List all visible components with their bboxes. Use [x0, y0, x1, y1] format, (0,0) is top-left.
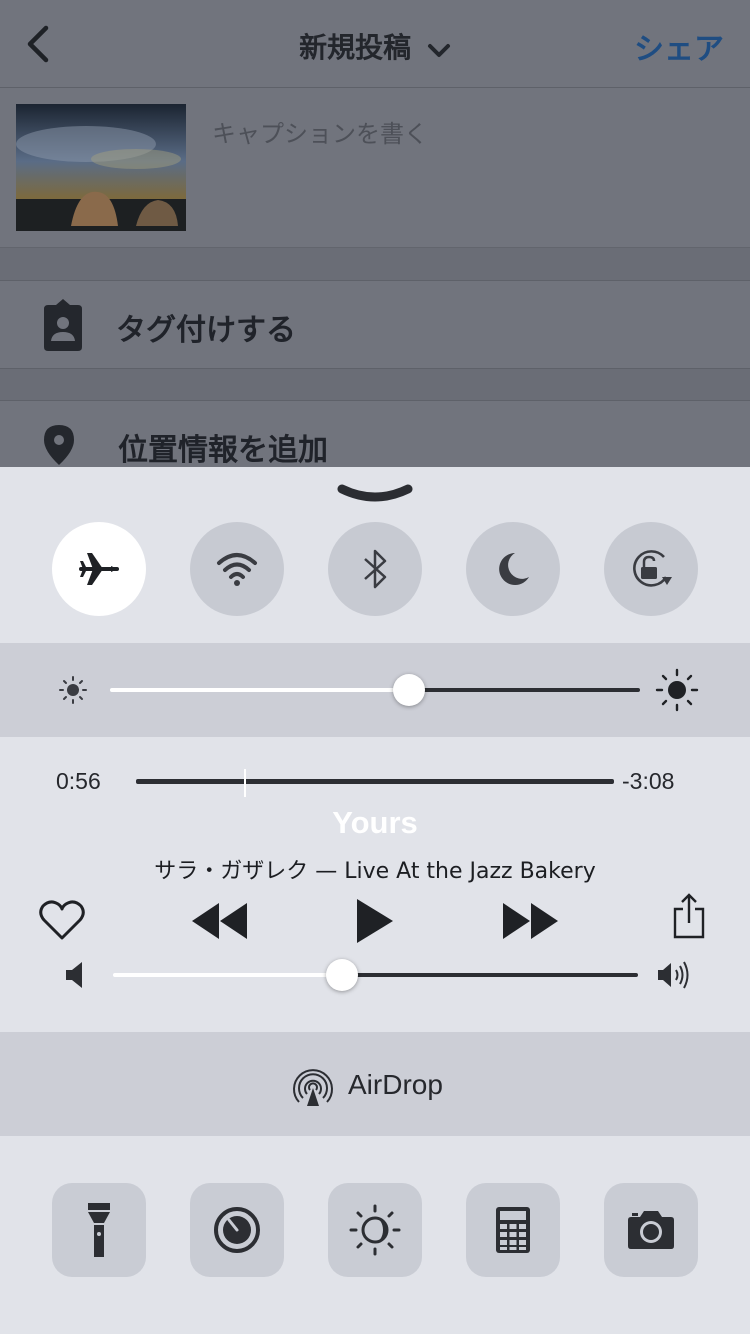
brightness-slider[interactable] — [393, 674, 425, 706]
play-icon[interactable] — [355, 899, 395, 943]
airdrop-section: AirDrop — [0, 1032, 750, 1136]
fast-forward-icon[interactable] — [502, 903, 560, 939]
timer-button[interactable] — [190, 1183, 284, 1277]
location-pin-icon — [44, 425, 74, 465]
caption-row: キャプションを書く — [0, 88, 750, 248]
brightness-low-icon — [59, 676, 87, 704]
add-location-row[interactable]: 位置情報を追加 — [0, 401, 750, 468]
calculator-button[interactable] — [466, 1183, 560, 1277]
section-divider — [0, 369, 750, 401]
flashlight-button[interactable] — [52, 1183, 146, 1277]
do-not-disturb-toggle[interactable] — [466, 522, 560, 616]
volume-high-icon — [658, 961, 689, 989]
camera-button[interactable] — [604, 1183, 698, 1277]
caption-input[interactable]: キャプションを書く — [212, 114, 428, 149]
navigation-bar: 新規投稿 シェア — [0, 0, 750, 88]
dismiss-grabber[interactable] — [336, 483, 414, 505]
moon-icon — [499, 553, 529, 585]
song-title: Yours — [332, 805, 418, 840]
volume-low-icon — [66, 962, 82, 988]
wifi-icon — [217, 553, 257, 586]
wifi-toggle[interactable] — [190, 522, 284, 616]
chevron-down-icon — [427, 33, 451, 66]
bluetooth-toggle[interactable] — [328, 522, 422, 616]
airplane-icon — [79, 553, 119, 585]
playback-position-marker[interactable] — [244, 769, 246, 797]
night-shift-icon — [349, 1204, 401, 1256]
share-button[interactable]: シェア — [634, 24, 724, 68]
section-divider — [0, 248, 750, 281]
volume-track-remaining — [342, 973, 638, 977]
airdrop-label: AirDrop — [348, 1069, 443, 1100]
remaining-time: -3:08 — [622, 768, 675, 794]
airdrop-icon — [293, 1069, 333, 1106]
calculator-icon — [496, 1207, 530, 1253]
rotation-lock-icon — [633, 550, 672, 587]
airplane-mode-toggle[interactable] — [52, 522, 146, 616]
tag-people-label: タグ付けする — [116, 313, 296, 348]
person-tag-icon — [44, 299, 82, 351]
control-center-panel: 0:56 -3:08 Yours サラ・ガザレク — Live At the J… — [0, 467, 750, 1334]
share-icon[interactable] — [672, 893, 706, 939]
add-location-label: 位置情報を追加 — [118, 433, 328, 468]
bluetooth-icon — [364, 549, 387, 589]
tag-people-row[interactable]: タグ付けする — [0, 281, 750, 369]
volume-slider[interactable] — [326, 959, 358, 991]
night-shift-button[interactable] — [328, 1183, 422, 1277]
volume-track-filled — [113, 973, 342, 977]
airdrop-button[interactable]: AirDrop — [290, 1062, 443, 1108]
playback-scrubber[interactable] — [136, 779, 614, 784]
rewind-icon[interactable] — [190, 903, 248, 939]
rotation-lock-toggle[interactable] — [604, 522, 698, 616]
page-title: 新規投稿 — [299, 31, 412, 64]
brightness-track-remaining — [409, 688, 640, 692]
flashlight-icon — [88, 1203, 110, 1257]
heart-icon[interactable] — [38, 899, 86, 941]
artist-album: サラ・ガザレク — Live At the Jazz Bakery — [154, 859, 596, 884]
brightness-control — [0, 643, 750, 737]
new-post-screen: 新規投稿 シェア キャプションを書く タグ付けする 位置情報を追加 — [0, 0, 750, 468]
post-thumbnail[interactable] — [16, 104, 186, 231]
elapsed-time: 0:56 — [56, 768, 101, 794]
brightness-track-filled — [110, 688, 409, 692]
timer-icon — [214, 1207, 260, 1253]
brightness-high-icon — [655, 668, 699, 712]
camera-icon — [628, 1211, 674, 1249]
